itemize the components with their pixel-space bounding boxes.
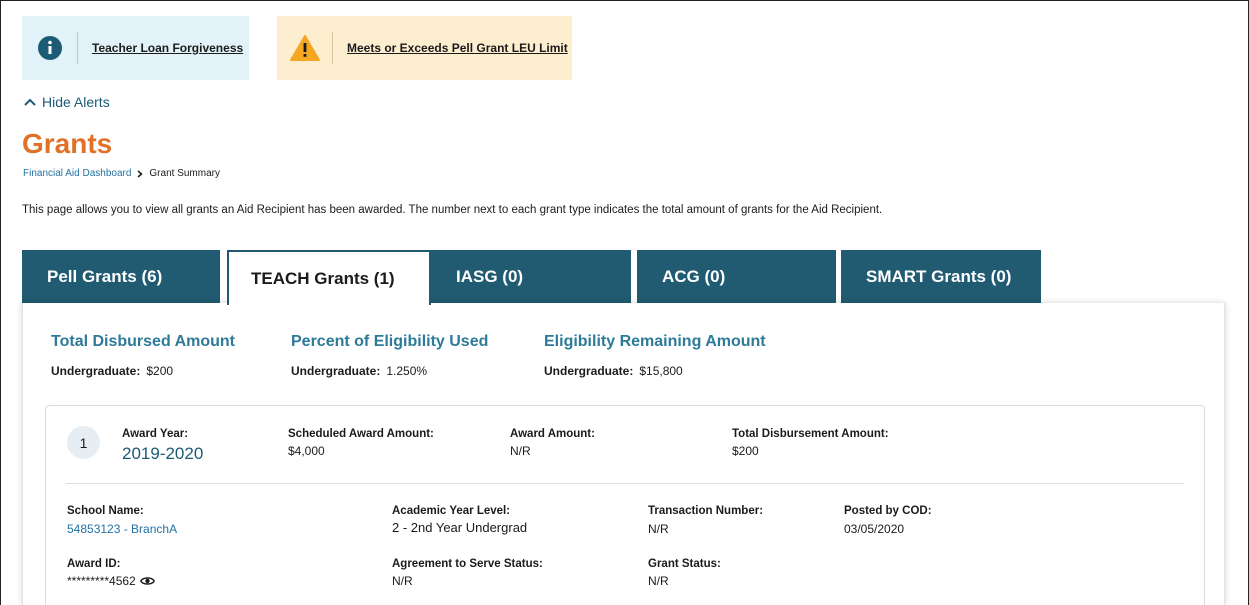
academic-year-level-value: 2 - 2nd Year Undergrad xyxy=(392,520,528,535)
agreement-to-serve-value: N/R xyxy=(392,574,413,588)
page-title: Grants xyxy=(22,128,113,159)
tab-pell-grants[interactable]: Pell Grants (6) xyxy=(22,250,220,304)
total-disbursement-value: $200 xyxy=(732,444,759,458)
total-disbursed-heading: Total Disbursed Amount xyxy=(51,333,235,350)
tab-iasg[interactable]: IASG (0) xyxy=(431,250,631,304)
alert-pell-leu-limit: Meets or Exceeds Pell Grant LEU Limit xyxy=(277,16,572,80)
eligibility-remaining-value: Undergraduate: $15,800 xyxy=(544,364,683,378)
teach-grants-panel: Total Disbursed Amount Undergraduate: $20… xyxy=(22,303,1225,605)
scheduled-award-label: Scheduled Award Amount: xyxy=(288,428,434,440)
card-divider xyxy=(66,483,1184,484)
warning-triangle-icon xyxy=(277,32,333,64)
academic-year-level-label: Academic Year Level: xyxy=(392,505,511,517)
school-name-label: School Name: xyxy=(67,505,144,517)
hide-alerts-label: Hide Alerts xyxy=(42,94,110,110)
tab-teach-grants[interactable]: TEACH Grants (1) xyxy=(227,250,431,305)
grant-status-value: N/R xyxy=(648,574,669,588)
eye-icon[interactable] xyxy=(139,575,155,589)
posted-by-cod-label: Posted by COD: xyxy=(844,505,932,517)
tab-acg[interactable]: ACG (0) xyxy=(637,250,836,304)
pell-leu-limit-link[interactable]: Meets or Exceeds Pell Grant LEU Limit xyxy=(333,41,568,55)
award-card: 1 Award Year: 2019-2020 Scheduled Award … xyxy=(45,405,1205,605)
posted-by-cod-value: 03/05/2020 xyxy=(844,522,905,536)
info-circle-icon xyxy=(22,32,78,64)
breadcrumb: Financial Aid Dashboard Grant Summary xyxy=(23,168,220,179)
transaction-number-value: N/R xyxy=(648,522,669,536)
percent-eligibility-value: Undergraduate: 1.250% xyxy=(291,364,428,378)
alert-teacher-loan-forgiveness: Teacher Loan Forgiveness xyxy=(22,16,249,80)
breadcrumb-financial-aid-dashboard[interactable]: Financial Aid Dashboard xyxy=(23,168,131,179)
total-disbursed-value: Undergraduate: $200 xyxy=(51,364,174,378)
scheduled-award-value: $4,000 xyxy=(288,444,325,458)
chevron-right-icon xyxy=(137,169,144,178)
award-id-value: *********4562 xyxy=(67,574,155,589)
award-number-badge: 1 xyxy=(67,426,100,459)
agreement-to-serve-label: Agreement to Serve Status: xyxy=(392,558,543,570)
page-intro: This page allows you to view all grants … xyxy=(22,204,883,216)
eligibility-remaining-heading: Eligibility Remaining Amount xyxy=(544,333,766,350)
grant-status-label: Grant Status: xyxy=(648,558,721,570)
total-disbursement-label: Total Disbursement Amount: xyxy=(732,428,889,440)
award-amount-label: Award Amount: xyxy=(510,428,595,440)
award-year-label: Award Year: xyxy=(122,428,189,440)
transaction-number-label: Transaction Number: xyxy=(648,505,764,517)
school-name-link[interactable]: 54853123 - BranchA xyxy=(67,522,177,536)
teacher-loan-forgiveness-link[interactable]: Teacher Loan Forgiveness xyxy=(78,41,243,55)
award-id-masked: *********4562 xyxy=(67,574,136,588)
chevron-up-icon xyxy=(24,98,36,106)
award-id-label: Award ID: xyxy=(67,558,121,570)
award-year-value: 2019-2020 xyxy=(122,444,204,463)
award-amount-value: N/R xyxy=(510,444,531,458)
breadcrumb-current: Grant Summary xyxy=(149,168,220,179)
hide-alerts-toggle[interactable]: Hide Alerts xyxy=(24,94,110,110)
percent-eligibility-heading: Percent of Eligibility Used xyxy=(291,333,489,350)
tab-smart-grants[interactable]: SMART Grants (0) xyxy=(841,250,1041,304)
